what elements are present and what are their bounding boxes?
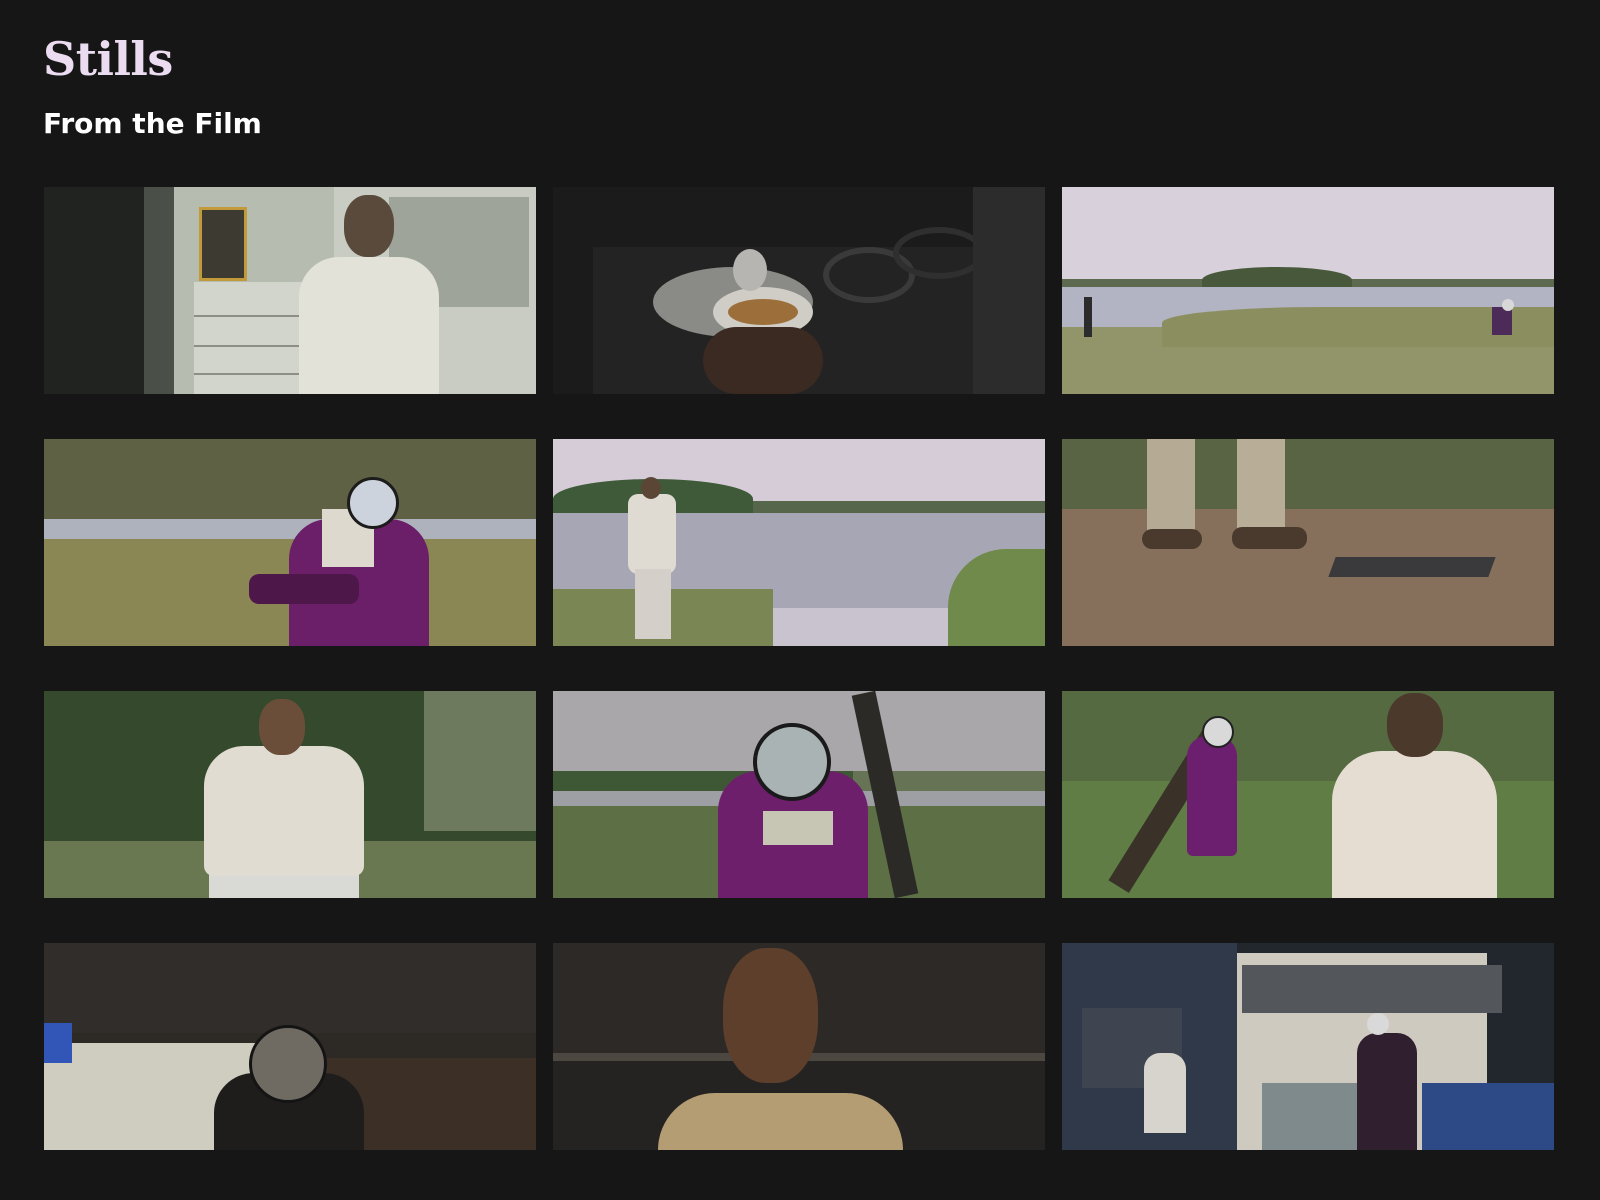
man-head bbox=[723, 948, 818, 1083]
film-still-man-portrait[interactable] bbox=[553, 943, 1045, 1150]
film-still-figure-and-man[interactable] bbox=[1062, 691, 1554, 898]
man-figure bbox=[658, 1093, 903, 1150]
curtain bbox=[44, 187, 144, 394]
man-figure bbox=[1332, 751, 1497, 898]
stills-gallery bbox=[44, 187, 1554, 1150]
mirror-disc bbox=[753, 723, 831, 801]
picture-frame bbox=[199, 207, 247, 281]
curtain-fold bbox=[144, 187, 174, 394]
mirror-disc bbox=[1367, 1013, 1389, 1035]
film-still-kitchen-hood[interactable] bbox=[44, 943, 536, 1150]
kitchen-hood bbox=[44, 943, 536, 1033]
man-head bbox=[259, 699, 305, 755]
man-head bbox=[641, 477, 661, 499]
hand bbox=[703, 327, 823, 394]
dark-figure bbox=[1357, 1033, 1417, 1150]
trees-background bbox=[44, 439, 536, 519]
film-still-antenna-figure[interactable] bbox=[553, 691, 1045, 898]
man-figure bbox=[204, 746, 364, 876]
sandal bbox=[1142, 529, 1202, 549]
stove-edge bbox=[973, 187, 1045, 394]
film-still-lake-landscape[interactable] bbox=[1062, 187, 1554, 394]
background-light bbox=[424, 691, 536, 831]
man-legs bbox=[635, 569, 671, 639]
paper bbox=[763, 811, 833, 845]
stills-page: Stills From the Film bbox=[0, 0, 1600, 1200]
film-still-kitchen-pan[interactable] bbox=[553, 187, 1045, 394]
sandal bbox=[1232, 527, 1307, 549]
film-still-reading-figure[interactable] bbox=[44, 439, 536, 646]
burner bbox=[893, 227, 985, 279]
crossed-legs bbox=[249, 574, 359, 604]
kitchen-hood bbox=[1242, 965, 1502, 1013]
purple-figure bbox=[1492, 307, 1512, 335]
leg bbox=[1237, 439, 1285, 539]
drawer-line bbox=[194, 315, 314, 317]
drawer-chest bbox=[194, 282, 314, 394]
mirror-disc bbox=[1202, 716, 1234, 748]
film-still-man-by-lake[interactable] bbox=[553, 439, 1045, 646]
film-still-restaurant-kitchen[interactable] bbox=[1062, 943, 1554, 1150]
film-still-man-seated-park[interactable] bbox=[44, 691, 536, 898]
notebook bbox=[1328, 557, 1496, 577]
page-subtitle: From the Film bbox=[43, 107, 262, 140]
mirror-disc bbox=[347, 477, 399, 529]
film-still-feet-notebook[interactable] bbox=[1062, 439, 1554, 646]
page-title: Stills bbox=[43, 32, 173, 86]
purple-robe bbox=[1187, 736, 1237, 856]
far-shore bbox=[753, 501, 1045, 513]
mirror-disc bbox=[249, 1025, 327, 1103]
blue-counter bbox=[1422, 1083, 1554, 1150]
standing-man bbox=[1084, 297, 1092, 337]
man-head bbox=[344, 195, 394, 257]
mirror-disc bbox=[1502, 299, 1514, 311]
leg bbox=[1147, 439, 1195, 539]
tea bbox=[728, 299, 798, 325]
ladle bbox=[733, 249, 767, 291]
dirt-ground bbox=[1062, 509, 1554, 646]
lake-water bbox=[44, 519, 536, 541]
drawer-line bbox=[194, 345, 314, 347]
drawer-line bbox=[194, 373, 314, 375]
man-figure bbox=[299, 257, 439, 394]
man-figure bbox=[628, 494, 676, 574]
man-head bbox=[1387, 693, 1443, 757]
seated-man bbox=[1144, 1053, 1186, 1133]
blue-light bbox=[44, 1023, 72, 1063]
film-still-room-shrine[interactable] bbox=[44, 187, 536, 394]
